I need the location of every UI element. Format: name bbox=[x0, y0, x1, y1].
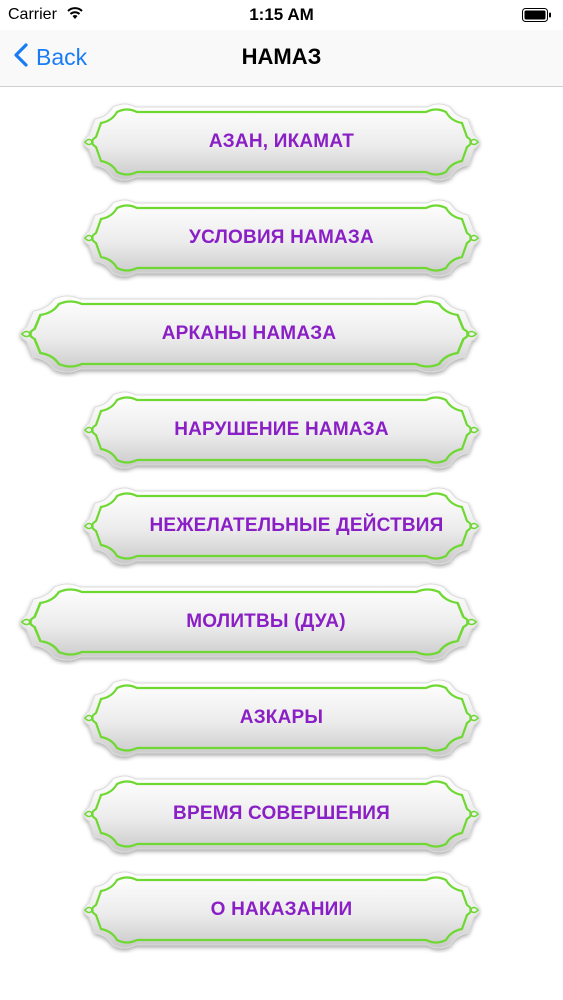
menu-list: АЗАН, ИКАМАТ УСЛОВИЯ НАМАЗА АРКАНЫ НАМАЗ… bbox=[0, 87, 563, 1000]
menu-item-azkary[interactable]: АЗКАРЫ bbox=[73, 675, 490, 761]
menu-item-label: О НАКАЗАНИИ bbox=[210, 899, 353, 920]
menu-item-label: НАРУШЕНИЕ НАМАЗА bbox=[174, 419, 389, 440]
menu-item-label: АРКАНЫ НАМАЗА bbox=[161, 323, 337, 344]
menu-item-label: НЕЖЕЛАТЕЛЬНЫЕ ДЕЙСТВИЯ bbox=[149, 515, 444, 536]
navigation-bar: Back НАМАЗ bbox=[0, 30, 563, 87]
menu-item-label: ВРЕМЯ СОВЕРШЕНИЯ bbox=[173, 803, 390, 824]
menu-item-label: УСЛОВИЯ НАМАЗА bbox=[189, 227, 374, 248]
menu-item-punishment[interactable]: О НАКАЗАНИИ bbox=[73, 867, 490, 953]
menu-item-label: АЗКАРЫ bbox=[239, 707, 324, 728]
battery-icon bbox=[522, 8, 552, 22]
menu-item-prayers[interactable]: МОЛИТВЫ (ДУА) bbox=[8, 579, 490, 665]
menu-item-conditions[interactable]: УСЛОВИЯ НАМАЗА bbox=[73, 195, 490, 281]
status-bar: Carrier 1:15 AM bbox=[0, 0, 563, 30]
menu-item-arkany[interactable]: АРКАНЫ НАМАЗА bbox=[8, 291, 490, 377]
status-time: 1:15 AM bbox=[249, 5, 314, 24]
menu-item-undesirable[interactable]: НЕЖЕЛАТЕЛЬНЫЕ ДЕЙСТВИЯ bbox=[73, 483, 490, 569]
menu-item-label: АЗАН, ИКАМАТ bbox=[208, 131, 355, 152]
menu-item-label: МОЛИТВЫ (ДУА) bbox=[186, 611, 346, 632]
menu-item-azan[interactable]: АЗАН, ИКАМАТ bbox=[73, 99, 490, 185]
menu-item-time[interactable]: ВРЕМЯ СОВЕРШЕНИЯ bbox=[73, 771, 490, 857]
page-title: НАМАЗ bbox=[241, 44, 322, 69]
menu-item-violation[interactable]: НАРУШЕНИЕ НАМАЗА bbox=[73, 387, 490, 473]
